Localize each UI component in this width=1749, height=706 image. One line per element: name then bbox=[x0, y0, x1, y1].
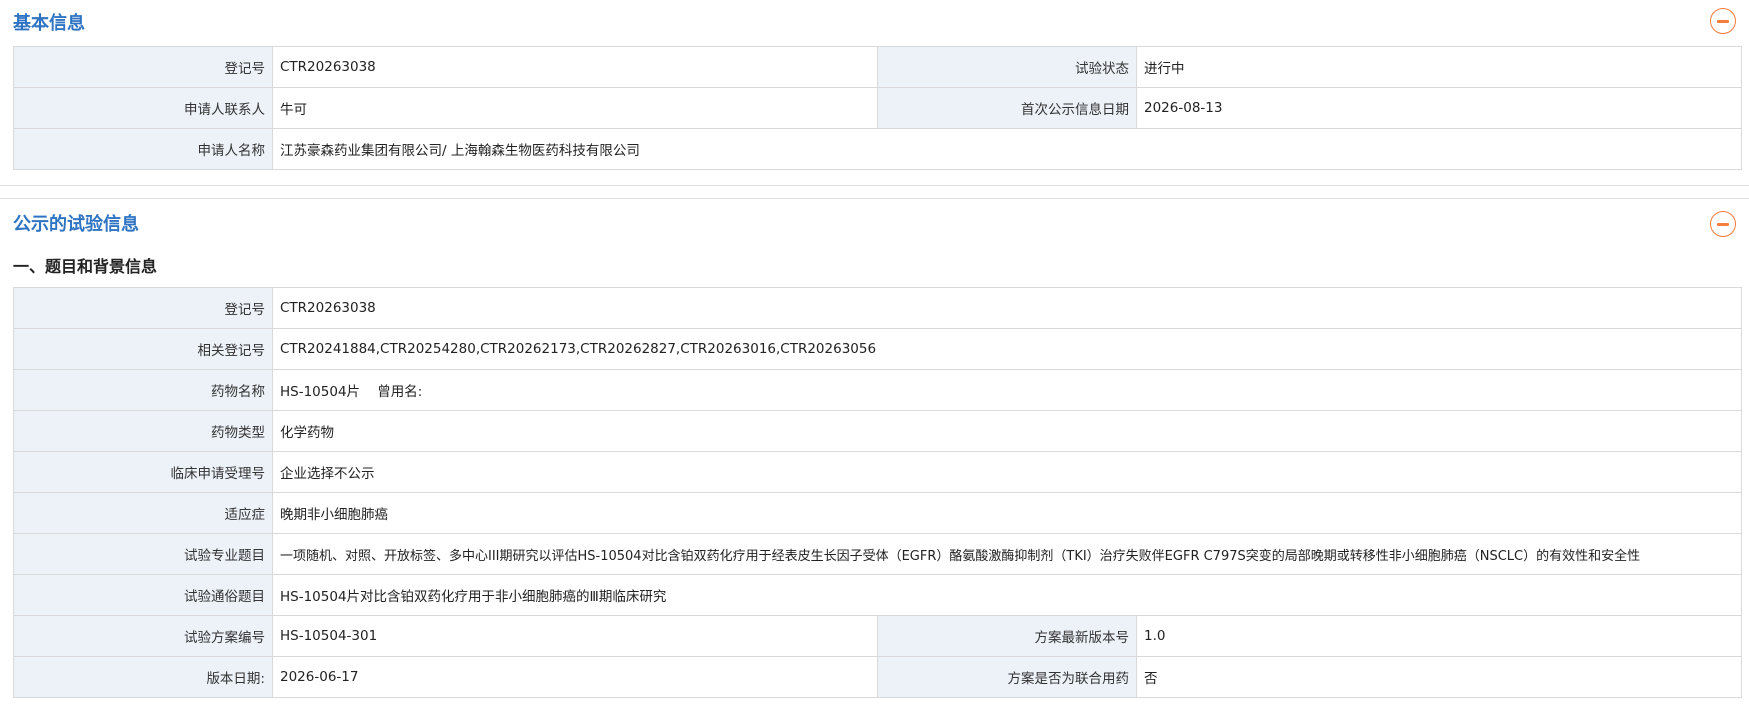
table-row: 适应症 晚期非小细胞肺癌 bbox=[13, 492, 1743, 534]
basic-info-table: 登记号 CTR20263038 试验状态 进行中 申请人联系人 牛可 首次公示信… bbox=[13, 46, 1742, 170]
minus-circle-icon bbox=[1717, 19, 1729, 23]
table-row: 登记号 CTR20263038 试验状态 进行中 bbox=[13, 46, 1742, 88]
table-row: 药物名称 HS-10504片 曾用名: bbox=[13, 369, 1743, 411]
field-value: HS-10504片 曾用名: bbox=[271, 369, 1743, 411]
field-value: 2026-08-13 bbox=[1136, 87, 1742, 129]
field-label: 试验专业题目 bbox=[13, 533, 273, 575]
table-row: 相关登记号 CTR20241884,CTR20254280,CTR2026217… bbox=[13, 328, 1743, 370]
minus-circle-icon bbox=[1717, 222, 1729, 226]
field-value: 牛可 bbox=[272, 87, 878, 129]
field-label: 试验通俗题目 bbox=[13, 574, 273, 616]
field-label: 适应症 bbox=[13, 492, 273, 534]
field-label: 登记号 bbox=[13, 287, 273, 329]
field-value: 进行中 bbox=[1136, 46, 1742, 88]
field-label: 药物类型 bbox=[13, 410, 273, 452]
section-title: 一、题目和背景信息 bbox=[13, 257, 158, 276]
field-label: 试验状态 bbox=[877, 46, 1137, 88]
field-label: 版本日期: bbox=[13, 656, 273, 698]
table-row: 试验方案编号 HS-10504-301 方案最新版本号 1.0 bbox=[13, 615, 1743, 657]
field-value: 晚期非小细胞肺癌 bbox=[271, 492, 1743, 534]
table-row: 药物类型 化学药物 bbox=[13, 410, 1743, 452]
trial-info-collapse-button[interactable] bbox=[1710, 211, 1736, 237]
field-value: 否 bbox=[1135, 656, 1743, 698]
trial-info-table: 登记号 CTR20263038 相关登记号 CTR20241884,CTR202… bbox=[13, 287, 1743, 698]
table-row: 临床申请受理号 企业选择不公示 bbox=[13, 451, 1743, 493]
table-row: 试验专业题目 一项随机、对照、开放标签、多中心III期研究以评估HS-10504… bbox=[13, 533, 1743, 575]
field-label: 首次公示信息日期 bbox=[877, 87, 1137, 129]
field-value: CTR20263038 bbox=[272, 46, 878, 88]
trial-info-title: 公示的试验信息 bbox=[13, 214, 139, 235]
table-row: 版本日期: 2026-06-17 方案是否为联合用药 否 bbox=[13, 656, 1743, 698]
field-value: 一项随机、对照、开放标签、多中心III期研究以评估HS-10504对比含铂双药化… bbox=[271, 533, 1743, 575]
table-row: 申请人联系人 牛可 首次公示信息日期 2026-08-13 bbox=[13, 87, 1742, 129]
field-value: HS-10504-301 bbox=[272, 615, 878, 657]
field-value: 1.0 bbox=[1135, 615, 1743, 657]
field-label: 申请人名称 bbox=[13, 128, 273, 170]
field-value: CTR20241884,CTR20254280,CTR20262173,CTR2… bbox=[271, 328, 1743, 370]
field-value: 2026-06-17 bbox=[272, 656, 878, 698]
table-row: 试验通俗题目 HS-10504片对比含铂双药化疗用于非小细胞肺癌的Ⅲ期临床研究 bbox=[13, 574, 1743, 616]
field-label: 方案是否为联合用药 bbox=[877, 656, 1137, 698]
field-value: 江苏豪森药业集团有限公司/ 上海翰森生物医药科技有限公司 bbox=[272, 128, 1742, 170]
field-value: HS-10504片对比含铂双药化疗用于非小细胞肺癌的Ⅲ期临床研究 bbox=[271, 574, 1743, 616]
field-label: 药物名称 bbox=[13, 369, 273, 411]
basic-info-panel: 基本信息 登记号 CTR20263038 试验状态 进行中 申请人联系人 牛可 … bbox=[0, 0, 1749, 186]
table-row: 登记号 CTR20263038 bbox=[13, 287, 1743, 329]
field-label: 申请人联系人 bbox=[13, 87, 273, 129]
table-row: 申请人名称 江苏豪森药业集团有限公司/ 上海翰森生物医药科技有限公司 bbox=[13, 128, 1742, 170]
field-value: 企业选择不公示 bbox=[271, 451, 1743, 493]
field-label: 临床申请受理号 bbox=[13, 451, 273, 493]
field-label: 试验方案编号 bbox=[13, 615, 273, 657]
field-value: 化学药物 bbox=[271, 410, 1743, 452]
field-label: 相关登记号 bbox=[13, 328, 273, 370]
field-label: 方案最新版本号 bbox=[877, 615, 1137, 657]
field-label: 登记号 bbox=[13, 46, 273, 88]
basic-info-title: 基本信息 bbox=[13, 13, 85, 34]
basic-info-collapse-button[interactable] bbox=[1710, 8, 1736, 34]
field-value: CTR20263038 bbox=[271, 287, 1743, 329]
